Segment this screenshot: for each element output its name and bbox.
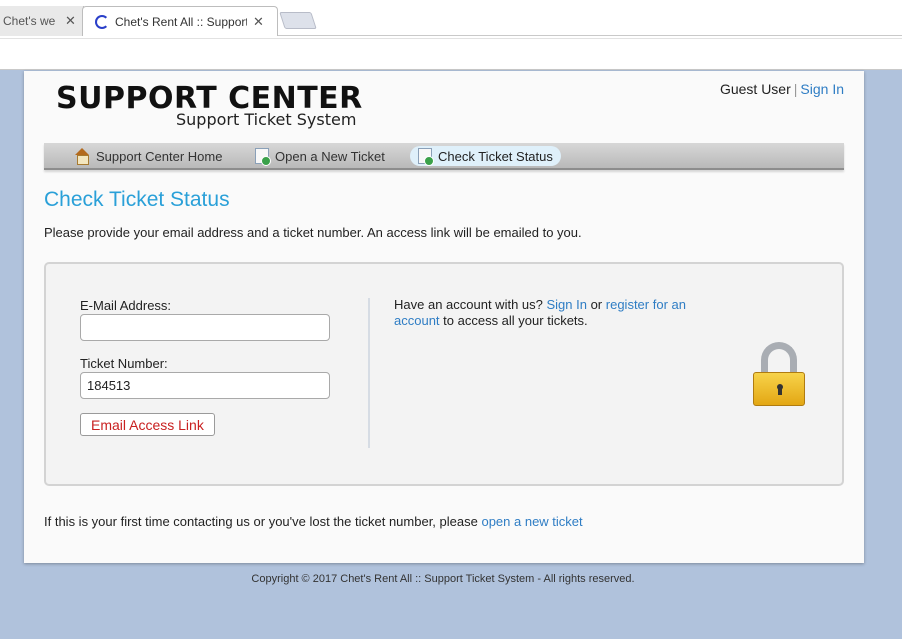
copyright-footer: Copyright © 2017 Chet's Rent All :: Supp… (251, 573, 635, 585)
address-bar[interactable] (0, 38, 902, 66)
logo-subtitle: Support Ticket System (176, 110, 357, 129)
lock-body (753, 372, 805, 406)
nav-item-open-ticket[interactable]: Open a New Ticket (247, 146, 393, 166)
browser-toolbar (0, 36, 902, 70)
page-container: SUPPORT CENTER Support Ticket System Gue… (24, 71, 864, 563)
browser-tab-1[interactable]: Chet's we ✕ (0, 6, 84, 36)
nav-item-label: Open a New Ticket (275, 148, 385, 164)
email-access-link-button[interactable]: Email Access Link (80, 413, 215, 436)
account-sign-in-link[interactable]: Sign In (546, 297, 586, 312)
intro-text: Please provide your email address and a … (44, 225, 582, 240)
nav-item-label: Support Center Home (96, 148, 223, 164)
account-suffix: to access all your tickets. (439, 313, 588, 328)
site-favicon-icon (95, 15, 109, 29)
nav-item-label: Check Ticket Status (438, 148, 553, 164)
sign-in-link[interactable]: Sign In (800, 81, 844, 97)
open-new-ticket-link[interactable]: open a new ticket (481, 514, 582, 529)
first-time-text: If this is your first time contacting us… (44, 514, 482, 529)
new-ticket-icon (255, 148, 271, 166)
account-prefix: Have an account with us? (394, 297, 547, 312)
separator: | (793, 81, 798, 97)
email-field[interactable] (80, 314, 330, 341)
email-label: E-Mail Address: (80, 298, 172, 313)
browser-tabbar: Chet's we ✕ Chet's Rent All :: Support ✕ (0, 0, 902, 37)
user-box: Guest User | Sign In (720, 81, 844, 97)
first-time-note: If this is your first time contacting us… (44, 514, 583, 529)
tab-title: Chet's we (3, 14, 56, 28)
tab-title: Chet's Rent All :: Support (115, 15, 247, 29)
panel-divider (368, 298, 370, 448)
lock-icon (751, 342, 807, 406)
close-icon[interactable]: ✕ (65, 13, 76, 29)
ticket-status-icon (418, 148, 434, 166)
new-tab-button[interactable] (279, 12, 317, 29)
browser-tab-2-active[interactable]: Chet's Rent All :: Support ✕ (82, 6, 278, 37)
ticket-number-field[interactable] (80, 372, 330, 399)
ticket-number-label: Ticket Number: (80, 356, 168, 371)
account-message: Have an account with us? Sign In or regi… (394, 297, 704, 329)
home-icon (74, 148, 90, 165)
close-icon[interactable]: ✕ (253, 14, 264, 30)
guest-user-label: Guest User (719, 81, 791, 97)
status-form-panel: E-Mail Address: Ticket Number: Email Acc… (44, 262, 844, 486)
keyhole (777, 384, 783, 395)
nav-item-check-status[interactable]: Check Ticket Status (410, 146, 561, 166)
nav-item-home[interactable]: Support Center Home (66, 146, 230, 166)
page-title: Check Ticket Status (44, 188, 230, 211)
account-middle: or (586, 297, 606, 312)
nav-bar: Support Center Home Open a New Ticket Ch… (44, 143, 844, 170)
